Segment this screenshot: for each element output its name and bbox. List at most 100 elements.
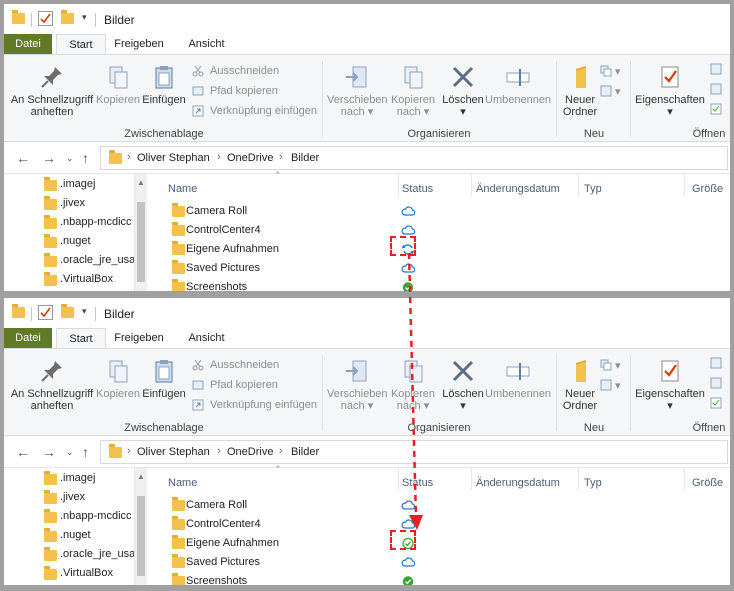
column-header-status[interactable]: Status	[402, 180, 433, 198]
history-item-icon[interactable]	[710, 103, 722, 119]
properties-check-icon[interactable]	[38, 11, 53, 26]
file-row[interactable]: Saved Pictures	[168, 259, 728, 278]
back-arrow-icon[interactable]: ←	[16, 150, 30, 166]
breadcrumb-onedrive[interactable]: OneDrive	[227, 152, 273, 164]
paste-button[interactable]: Einfügen	[142, 357, 186, 400]
tab-freigeben[interactable]: Freigeben	[109, 328, 169, 348]
nav-item[interactable]: .jivex	[40, 488, 140, 507]
edit-item-icon[interactable]	[710, 377, 722, 393]
file-row[interactable]: Eigene Aufnahmen	[168, 534, 728, 553]
easy-access-button[interactable]: ▾	[600, 83, 621, 99]
nav-item[interactable]: .nbapp-mcdicc	[40, 213, 140, 232]
new-folder-button[interactable]: Neuer Ordner	[560, 63, 600, 118]
pin-quick-access-button[interactable]: An Schnellzugriff anheften	[10, 63, 94, 118]
nav-item[interactable]: .imagej	[40, 469, 140, 488]
address-bar[interactable]: › Oliver Stephan › OneDrive › Bilder	[100, 146, 728, 170]
forward-arrow-icon[interactable]: →	[42, 150, 56, 166]
breadcrumb-bilder[interactable]: Bilder	[291, 446, 319, 458]
column-header-name[interactable]: Name	[168, 474, 197, 492]
nav-item[interactable]: .oracle_jre_usag	[40, 251, 140, 270]
nav-item[interactable]: .VirtualBox	[40, 564, 140, 583]
paste-shortcut-button[interactable]: Verknüpfung einfügen	[192, 103, 317, 119]
delete-button[interactable]: Löschen ▾	[441, 63, 485, 118]
column-header-type[interactable]: Typ	[584, 180, 602, 198]
copy-to-button[interactable]: Kopieren nach ▾	[387, 357, 439, 412]
scrollbar-thumb[interactable]	[137, 202, 145, 282]
paste-shortcut-button[interactable]: Verknüpfung einfügen	[192, 397, 317, 413]
recent-dropdown-icon[interactable]: ⌄	[66, 153, 74, 164]
nav-item[interactable]: .nuget	[40, 526, 140, 545]
nav-item[interactable]: .VirtualBox	[40, 270, 140, 289]
nav-item[interactable]: .imagej	[40, 175, 140, 194]
delete-button[interactable]: Löschen ▾	[441, 357, 485, 412]
nav-item[interactable]: .nuget	[40, 232, 140, 251]
new-item-button[interactable]: ▾	[600, 63, 621, 79]
status-cloud	[401, 205, 416, 218]
up-arrow-icon[interactable]: ↑	[82, 150, 89, 166]
edit-item-icon[interactable]	[710, 83, 722, 99]
tab-start[interactable]: Start	[56, 34, 106, 55]
scroll-up-icon[interactable]: ▲	[137, 178, 145, 187]
tab-datei[interactable]: Datei	[4, 328, 52, 348]
rename-button[interactable]: Umbenennen	[485, 357, 551, 400]
customize-dropdown-icon[interactable]: ▾	[82, 306, 87, 317]
new-item-button[interactable]: ▾	[600, 357, 621, 373]
column-header-size[interactable]: Größe	[692, 474, 723, 492]
customize-dropdown-icon[interactable]: ▾	[82, 12, 87, 23]
file-row[interactable]: ControlCenter4	[168, 221, 728, 240]
open-item-icon[interactable]	[710, 357, 722, 373]
nav-item[interactable]: .oracle_jre_usag	[40, 545, 140, 564]
breadcrumb-oliver-stephan[interactable]: Oliver Stephan	[137, 152, 210, 164]
history-item-icon[interactable]	[710, 397, 722, 413]
breadcrumb-onedrive[interactable]: OneDrive	[227, 446, 273, 458]
paste-button[interactable]: Einfügen	[142, 63, 186, 106]
copy-path-button[interactable]: Pfad kopieren	[192, 377, 278, 393]
properties-button[interactable]: Eigenschaften ▾	[632, 63, 708, 118]
back-arrow-icon[interactable]: ←	[16, 444, 30, 460]
nav-item[interactable]: .jivex	[40, 194, 140, 213]
address-bar[interactable]: › Oliver Stephan › OneDrive › Bilder	[100, 440, 728, 464]
up-arrow-icon[interactable]: ↑	[82, 444, 89, 460]
file-row[interactable]: Eigene Aufnahmen	[168, 240, 728, 259]
properties-button[interactable]: Eigenschaften ▾	[632, 357, 708, 412]
cut-button[interactable]: Ausschneiden	[192, 357, 279, 373]
tab-datei[interactable]: Datei	[4, 34, 52, 54]
copy-to-button[interactable]: Kopieren nach ▾	[387, 63, 439, 118]
nav-item[interactable]: .nbapp-mcdicc	[40, 507, 140, 526]
breadcrumb-oliver-stephan[interactable]: Oliver Stephan	[137, 446, 210, 458]
file-row[interactable]: Camera Roll	[168, 496, 728, 515]
forward-arrow-icon[interactable]: →	[42, 444, 56, 460]
tab-ansicht[interactable]: Ansicht	[179, 34, 234, 54]
tab-freigeben[interactable]: Freigeben	[109, 34, 169, 54]
file-row[interactable]: ControlCenter4	[168, 515, 728, 534]
status-cloud	[401, 262, 416, 275]
rename-button[interactable]: Umbenennen	[485, 63, 551, 106]
copy-button[interactable]: Kopieren	[96, 63, 140, 106]
column-header-date[interactable]: Änderungsdatum	[476, 474, 560, 492]
scrollbar-thumb[interactable]	[137, 496, 145, 576]
tab-start[interactable]: Start	[56, 328, 106, 349]
file-row[interactable]: Camera Roll	[168, 202, 728, 221]
file-row[interactable]: Screenshots	[168, 572, 728, 585]
easy-access-button[interactable]: ▾	[600, 377, 621, 393]
tab-ansicht[interactable]: Ansicht	[179, 328, 234, 348]
breadcrumb-bilder[interactable]: Bilder	[291, 152, 319, 164]
pin-quick-access-button[interactable]: An Schnellzugriff anheften	[10, 357, 94, 412]
column-header-name[interactable]: Name	[168, 180, 197, 198]
scroll-up-icon[interactable]: ▲	[137, 472, 145, 481]
file-row[interactable]: Screenshots	[168, 278, 728, 291]
move-to-button[interactable]: Verschieben nach ▾	[327, 63, 388, 118]
properties-check-icon[interactable]	[38, 305, 53, 320]
file-row[interactable]: Saved Pictures	[168, 553, 728, 572]
recent-dropdown-icon[interactable]: ⌄	[66, 447, 74, 458]
copy-button[interactable]: Kopieren	[96, 357, 140, 400]
new-folder-button[interactable]: Neuer Ordner	[560, 357, 600, 412]
copy-path-button[interactable]: Pfad kopieren	[192, 83, 278, 99]
column-header-size[interactable]: Größe	[692, 180, 723, 198]
move-to-button[interactable]: Verschieben nach ▾	[327, 357, 388, 412]
open-item-icon[interactable]	[710, 63, 722, 79]
cut-button[interactable]: Ausschneiden	[192, 63, 279, 79]
column-header-date[interactable]: Änderungsdatum	[476, 180, 560, 198]
column-header-status[interactable]: Status	[402, 474, 433, 492]
column-header-type[interactable]: Typ	[584, 474, 602, 492]
